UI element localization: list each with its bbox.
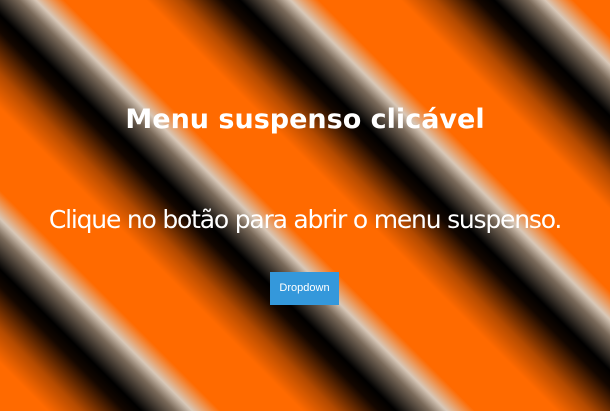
page-subtitle: Clique no botão para abrir o menu suspen… (48, 205, 562, 234)
dropdown-button[interactable]: Dropdown (270, 272, 339, 305)
page-title: Menu suspenso clicável (125, 104, 485, 135)
page-body: { "page": { "title": "Menu suspenso clic… (0, 0, 610, 411)
